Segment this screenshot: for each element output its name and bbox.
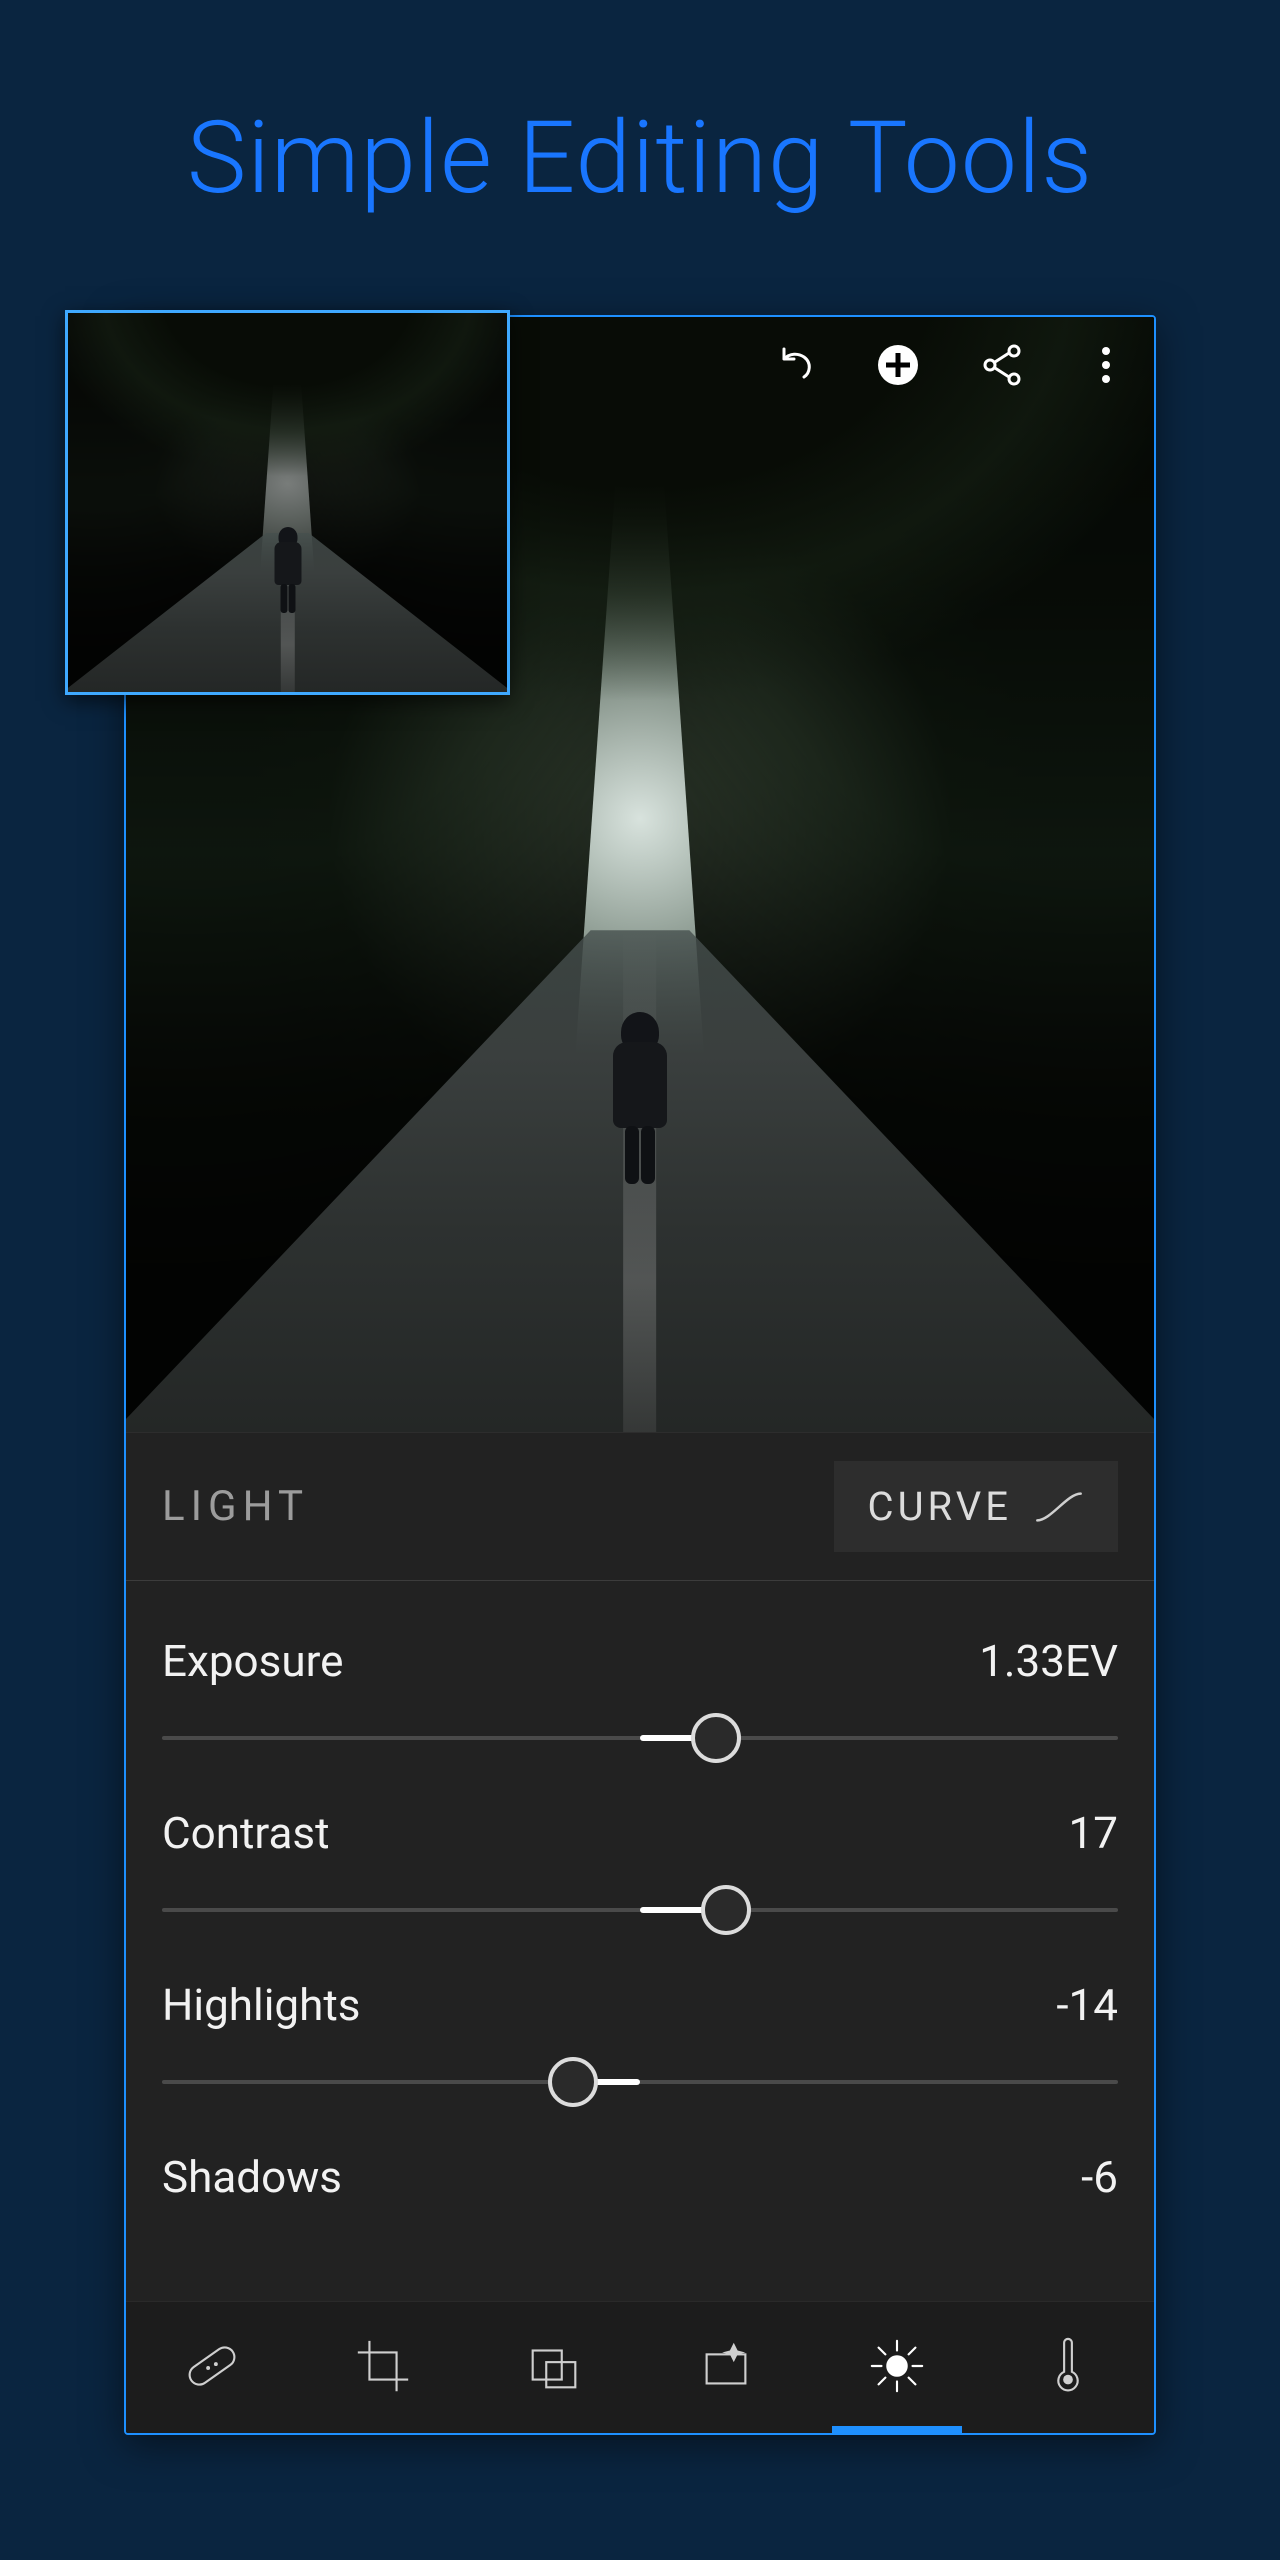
light-tool[interactable]	[811, 2302, 982, 2433]
tool-dock	[126, 2301, 1154, 2433]
undo-icon[interactable]	[766, 337, 822, 393]
curve-button[interactable]: CURVE	[834, 1461, 1118, 1552]
presets-tool[interactable]	[469, 2302, 640, 2433]
slider-label: Exposure	[162, 1635, 343, 1687]
slider-thumb[interactable]	[691, 1713, 741, 1763]
slider-track[interactable]	[162, 1885, 1118, 1935]
slider-thumb[interactable]	[701, 1885, 751, 1935]
color-tool[interactable]	[983, 2302, 1154, 2433]
crop-tool[interactable]	[297, 2302, 468, 2433]
slider-contrast: Contrast 17	[162, 1763, 1118, 1935]
curve-button-label: CURVE	[868, 1483, 1012, 1530]
auto-tool[interactable]	[640, 2302, 811, 2433]
sliders-container: Exposure 1.33EV Contrast 17 Highlights -14 Sha…	[126, 1581, 1154, 2301]
auto-icon	[695, 2335, 757, 2401]
slider-thumb[interactable]	[548, 2057, 598, 2107]
slider-label: Contrast	[162, 1807, 330, 1859]
subject-figure	[605, 1008, 675, 1188]
slider-exposure: Exposure 1.33EV	[162, 1591, 1118, 1763]
presets-icon	[523, 2335, 585, 2401]
slider-value: -6	[1081, 2151, 1118, 2203]
add-icon[interactable]	[870, 337, 926, 393]
slider-label: Highlights	[162, 1979, 360, 2031]
slider-track[interactable]	[162, 2057, 1118, 2107]
more-icon[interactable]	[1078, 337, 1134, 393]
slider-value: -14	[1056, 1979, 1118, 2031]
heal-tool[interactable]	[126, 2302, 297, 2433]
panel-title: LIGHT	[162, 1482, 309, 1531]
top-toolbar	[766, 337, 1134, 393]
slider-value: 17	[1069, 1807, 1118, 1859]
slider-label: Shadows	[162, 2151, 342, 2203]
sun-icon	[866, 2335, 928, 2401]
crop-icon	[352, 2335, 414, 2401]
slider-track[interactable]	[162, 1713, 1118, 1763]
before-thumbnail	[65, 310, 510, 695]
bandaid-icon	[181, 2335, 243, 2401]
slider-value: 1.33EV	[979, 1635, 1118, 1687]
thermometer-icon	[1037, 2335, 1099, 2401]
share-icon[interactable]	[974, 337, 1030, 393]
curve-icon	[1034, 1490, 1084, 1524]
page-headline: Simple Editing Tools	[0, 100, 1280, 217]
slider-shadows: Shadows -6	[162, 2107, 1118, 2203]
slider-highlights: Highlights -14	[162, 1935, 1118, 2107]
light-panel: LIGHT CURVE Exposure 1.33EV Contrast 17 High…	[126, 1432, 1154, 2301]
